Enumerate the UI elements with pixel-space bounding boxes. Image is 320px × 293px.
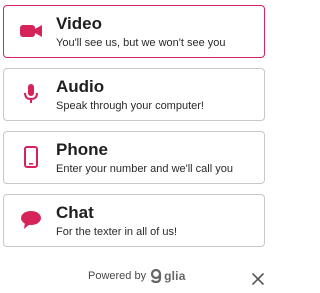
glia-logo: glia <box>150 269 185 283</box>
glia-logo-icon <box>150 269 162 283</box>
microphone-icon <box>18 81 44 107</box>
video-option-button[interactable]: Video You'll see us, but we won't see yo… <box>3 5 265 58</box>
audio-option-title: Audio <box>56 77 105 96</box>
chat-option-description: For the texter in all of us! <box>56 226 178 238</box>
audio-option-description: Speak through your computer! <box>56 100 204 112</box>
phone-icon <box>18 144 44 170</box>
video-option-title: Video <box>56 14 102 33</box>
audio-option-button[interactable]: Audio Speak through your computer! <box>3 68 265 121</box>
video-camera-icon <box>18 18 44 44</box>
phone-option-title: Phone <box>56 140 108 159</box>
phone-option-button[interactable]: Phone Enter your number and we'll call y… <box>3 131 265 184</box>
footer: Powered by glia <box>0 264 271 288</box>
engagement-options-panel: Video You'll see us, but we won't see yo… <box>0 0 271 293</box>
powered-by: Powered by glia <box>88 269 186 283</box>
glia-logo-text: glia <box>164 269 186 283</box>
powered-by-label: Powered by <box>88 270 147 282</box>
chat-option-button[interactable]: Chat For the texter in all of us! <box>3 194 265 247</box>
phone-option-description: Enter your number and we'll call you <box>56 163 233 175</box>
close-icon[interactable] <box>251 272 265 286</box>
chat-bubble-icon <box>18 207 44 233</box>
chat-option-title: Chat <box>56 203 94 222</box>
video-option-description: You'll see us, but we won't see you <box>56 37 226 49</box>
